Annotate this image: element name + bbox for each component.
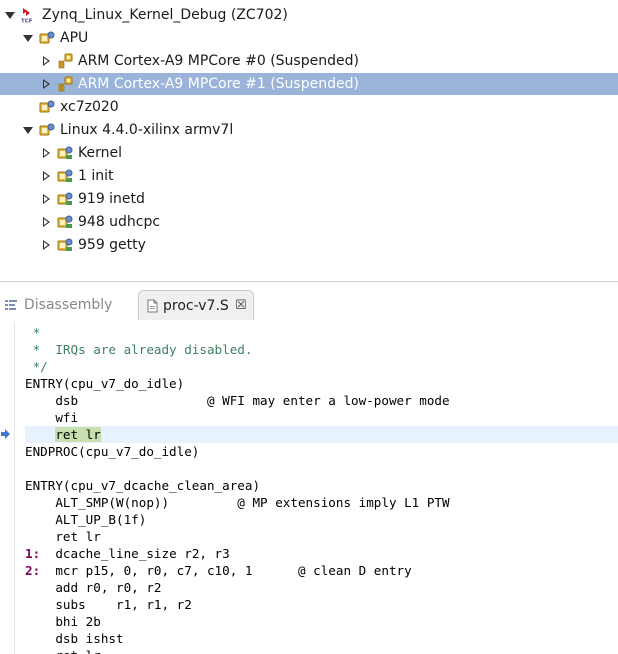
expanded-chevron-icon[interactable] bbox=[4, 4, 16, 26]
code-line[interactable]: subs r1, r1, r2 bbox=[25, 596, 618, 613]
tree-node[interactable]: 919 inetd bbox=[0, 188, 618, 210]
code-line[interactable]: * IRQs are already disabled. bbox=[25, 341, 618, 358]
code-line[interactable]: dsb ishst bbox=[25, 630, 618, 647]
collapsed-chevron-icon[interactable] bbox=[41, 234, 53, 256]
suspended-core-icon bbox=[57, 53, 73, 69]
tree-node[interactable]: Linux 4.4.0-xilinx armv7l bbox=[0, 119, 618, 141]
tree-node-label: 959 getty bbox=[78, 237, 146, 253]
tab-disassembly-label: Disassembly bbox=[24, 297, 113, 313]
code-line[interactable]: bhi 2b bbox=[25, 613, 618, 630]
editor-gutter[interactable] bbox=[0, 322, 15, 654]
code-line[interactable]: ENDPROC(cpu_v7_do_idle) bbox=[25, 443, 618, 460]
tree-node[interactable]: xc7z020 bbox=[0, 96, 618, 118]
code-line[interactable]: dsb @ WFI may enter a low-power mode bbox=[25, 392, 618, 409]
collapsed-chevron-icon[interactable] bbox=[41, 142, 53, 164]
code-line[interactable]: ret lr bbox=[25, 647, 618, 654]
process-icon bbox=[57, 191, 73, 207]
tree-node-label: 1 init bbox=[78, 168, 114, 184]
tree-node-label: Kernel bbox=[78, 145, 122, 161]
disassembly-icon bbox=[5, 300, 17, 310]
source-editor[interactable]: * * IRQs are already disabled. */ENTRY(c… bbox=[0, 322, 618, 654]
collapsed-chevron-icon[interactable] bbox=[41, 50, 53, 72]
tree-node-label: Linux 4.4.0-xilinx armv7l bbox=[60, 122, 234, 138]
process-icon bbox=[57, 168, 73, 184]
tree-node-label: ARM Cortex-A9 MPCore #0 (Suspended) bbox=[78, 53, 359, 69]
code-line[interactable]: ENTRY(cpu_v7_dcache_clean_area) bbox=[25, 477, 618, 494]
collapsed-chevron-icon[interactable] bbox=[41, 73, 53, 95]
process-icon bbox=[57, 145, 73, 161]
code-line[interactable]: ALT_SMP(W(nop)) @ MP extensions imply L1… bbox=[25, 494, 618, 511]
tree-node-label: APU bbox=[60, 30, 89, 46]
process-icon bbox=[57, 214, 73, 230]
collapsed-chevron-icon[interactable] bbox=[41, 165, 53, 187]
tree-node-label: Zynq_Linux_Kernel_Debug (ZC702) bbox=[42, 7, 288, 23]
tree-node[interactable]: 959 getty bbox=[0, 234, 618, 256]
tab-disassembly[interactable]: Disassembly bbox=[0, 290, 132, 320]
editor-tab-bar: Disassembly proc-v7.S ☒ bbox=[0, 288, 618, 322]
tree-node[interactable]: Kernel bbox=[0, 142, 618, 164]
code-line[interactable]: ALT_UP_B(1f) bbox=[25, 511, 618, 528]
tree-node-label: ARM Cortex-A9 MPCore #1 (Suspended) bbox=[78, 76, 359, 92]
code-line[interactable]: add r0, r0, r2 bbox=[25, 579, 618, 596]
tree-node[interactable]: 1 init bbox=[0, 165, 618, 187]
code-line[interactable]: ret lr bbox=[25, 528, 618, 545]
instruction-pointer-icon bbox=[1, 429, 10, 439]
debug-context-icon bbox=[39, 99, 55, 115]
collapsed-chevron-icon[interactable] bbox=[41, 211, 53, 233]
code-line[interactable]: ENTRY(cpu_v7_do_idle) bbox=[25, 375, 618, 392]
tree-node[interactable]: TCF Zynq_Linux_Kernel_Debug (ZC702) bbox=[0, 4, 618, 26]
code-line[interactable]: */ bbox=[25, 358, 618, 375]
tab-proc-v7-s[interactable]: proc-v7.S ☒ bbox=[138, 290, 254, 320]
tab-proc-v7-s-label: proc-v7.S bbox=[163, 298, 229, 314]
close-tab-icon[interactable]: ☒ bbox=[235, 291, 247, 321]
code-line[interactable]: * bbox=[25, 324, 618, 341]
tree-node-label: xc7z020 bbox=[60, 99, 119, 115]
code-line[interactable]: 2: mcr p15, 0, r0, c7, c10, 1 @ clean D … bbox=[25, 562, 618, 579]
debug-context-icon bbox=[39, 122, 55, 138]
code-line[interactable]: wfi bbox=[25, 409, 618, 426]
debug-context-icon bbox=[39, 30, 55, 46]
svg-text:TCF: TCF bbox=[21, 19, 33, 24]
tree-node[interactable]: ARM Cortex-A9 MPCore #1 (Suspended) bbox=[0, 73, 618, 95]
process-icon bbox=[57, 237, 73, 253]
tree-node[interactable]: ARM Cortex-A9 MPCore #0 (Suspended) bbox=[0, 50, 618, 72]
current-instruction-line[interactable]: ret lr bbox=[25, 426, 618, 443]
expanded-chevron-icon[interactable] bbox=[22, 119, 34, 141]
expanded-chevron-icon[interactable] bbox=[22, 27, 34, 49]
suspended-core-icon bbox=[57, 76, 73, 92]
tcf-launch-icon: TCF bbox=[20, 7, 36, 25]
tree-node[interactable]: APU bbox=[0, 27, 618, 49]
debug-tree: TCF Zynq_Linux_Kernel_Debug (ZC702) APU ARM… bbox=[0, 0, 618, 282]
code-line[interactable] bbox=[25, 460, 618, 477]
tree-node[interactable]: 948 udhcpc bbox=[0, 211, 618, 233]
source-file-icon bbox=[147, 299, 158, 313]
collapsed-chevron-icon[interactable] bbox=[41, 188, 53, 210]
tree-node-label: 948 udhcpc bbox=[78, 214, 161, 230]
tree-node-label: 919 inetd bbox=[78, 191, 145, 207]
code-line[interactable]: 1: dcache_line_size r2, r3 bbox=[25, 545, 618, 562]
